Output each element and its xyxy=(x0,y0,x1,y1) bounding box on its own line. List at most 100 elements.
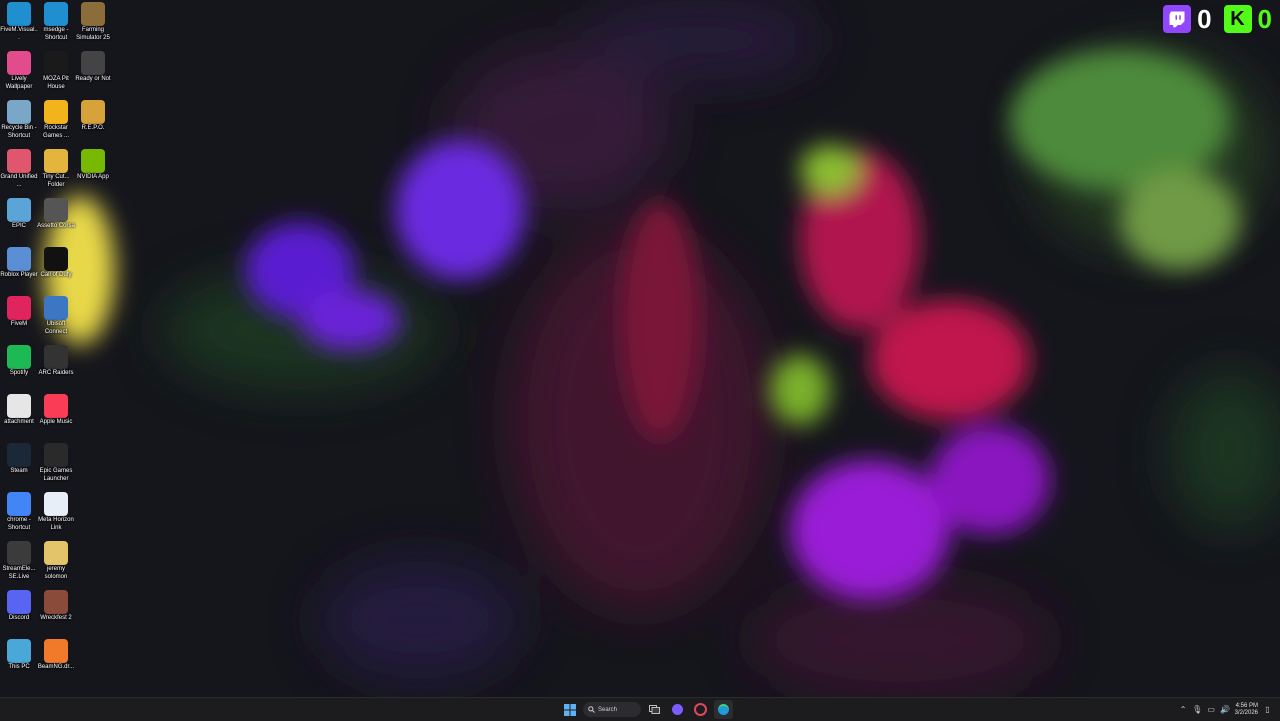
desktop-icon-label: Discord xyxy=(8,615,30,621)
edge-icon xyxy=(7,2,31,26)
start-button[interactable] xyxy=(560,700,579,719)
computer-icon xyxy=(7,639,31,663)
desktop-icon[interactable]: EPIC xyxy=(0,198,38,244)
desktop-icon[interactable]: Roblox Player xyxy=(0,247,38,293)
kick-viewer-counter: K 0 xyxy=(1223,3,1272,35)
desktop-icon-label: BeamNG.dr... xyxy=(37,664,75,670)
game-icon xyxy=(44,590,68,614)
desktop-icon-label: NVIDIA App xyxy=(77,174,109,180)
network-icon[interactable]: ▭ xyxy=(1207,705,1216,714)
desktop-icon[interactable]: FiveM xyxy=(0,296,38,342)
desktop: FiveM.Visual... msedge - Shortcut Farming … xyxy=(0,0,1280,697)
desktop-icon-label: FiveM.Visual... xyxy=(0,27,38,41)
desktop-icon-label: StreamEle... SE.Live xyxy=(2,566,36,580)
desktop-icon-label: Roblox Player xyxy=(0,272,38,278)
desktop-icon-label: This PC xyxy=(8,664,30,670)
desktop-icon[interactable]: ARC Raiders xyxy=(37,345,75,391)
desktop-icon[interactable]: Spotify xyxy=(0,345,38,391)
microphone-icon[interactable]: 🎙 xyxy=(1192,705,1202,714)
desktop-icon[interactable]: Assetto Corsa xyxy=(37,198,75,244)
desktop-icon[interactable]: Ubisoft Connect xyxy=(37,296,75,342)
desktop-icon-label: Lively Wallpaper xyxy=(5,76,33,90)
desktop-icon[interactable]: Steam xyxy=(0,443,38,489)
stream-viewer-overlay: 0 K 0 xyxy=(1155,0,1280,38)
kick-viewer-count: 0 xyxy=(1257,3,1272,34)
recycle-bin-icon xyxy=(7,100,31,124)
notification-icon[interactable]: ▯ xyxy=(1263,705,1272,714)
epic-icon xyxy=(44,443,68,467)
desktop-icon-label: Steam xyxy=(10,468,28,474)
desktop-icon-label: msedge - Shortcut xyxy=(43,27,69,41)
lively-icon xyxy=(7,51,31,75)
taskbar-app-2[interactable] xyxy=(691,700,710,719)
desktop-icon[interactable]: msedge - Shortcut xyxy=(37,2,75,48)
desktop-icon-label: Rockstar Games ... xyxy=(42,125,69,139)
taskbar-app-1[interactable] xyxy=(668,700,687,719)
desktop-icon-label: EPIC xyxy=(11,223,26,229)
nvidia-icon xyxy=(81,149,105,173)
task-view-button[interactable] xyxy=(645,700,664,719)
taskbar-search[interactable]: Search xyxy=(583,702,641,717)
desktop-icon-label: Ubisoft Connect xyxy=(44,321,68,335)
desktop-icon[interactable]: Rockstar Games ... xyxy=(37,100,75,146)
desktop-icon-label: Meta Horizon Link xyxy=(38,517,74,531)
fivem-icon xyxy=(7,296,31,320)
desktop-icon[interactable]: Tiny Cut... Folder xyxy=(37,149,75,195)
desktop-icon[interactable]: NVIDIA App xyxy=(74,149,112,195)
app-circle-icon xyxy=(672,704,683,715)
search-label: Search xyxy=(598,706,618,713)
folder-icon xyxy=(44,149,68,173)
taskbar-center: Search xyxy=(560,700,733,719)
desktop-icon[interactable]: Apple Music xyxy=(37,394,75,440)
desktop-icon[interactable]: This PC xyxy=(0,639,38,685)
beamng-icon xyxy=(44,639,68,663)
desktop-icon-label: Grand Unified ... xyxy=(0,174,38,188)
clock[interactable]: 4:56 PM 3/2/2026 xyxy=(1235,703,1258,717)
folder-icon xyxy=(44,541,68,565)
desktop-icon-label: attachment xyxy=(4,419,34,425)
roblox-icon xyxy=(7,247,31,271)
desktop-icon[interactable]: Discord xyxy=(0,590,38,636)
desktop-icon[interactable]: Meta Horizon Link xyxy=(37,492,75,538)
desktop-icon[interactable]: R.E.P.O. xyxy=(74,100,112,146)
desktop-icon-label: FiveM xyxy=(10,321,28,327)
taskbar: Search ⌃ 🎙 ▭ 🔊 4:56 PM 3/2/2026 ▯ xyxy=(0,697,1280,721)
desktop-icon[interactable]: FiveM.Visual... xyxy=(0,2,38,48)
desktop-icon[interactable]: attachment xyxy=(0,394,38,440)
volume-icon[interactable]: 🔊 xyxy=(1220,705,1230,714)
desktop-icon[interactable]: Grand Unified ... xyxy=(0,149,38,195)
desktop-icon[interactable]: Ready or Not xyxy=(74,51,112,97)
game-icon xyxy=(81,51,105,75)
taskbar-edge[interactable] xyxy=(714,700,733,719)
desktop-icon[interactable]: Call of Duty xyxy=(37,247,75,293)
desktop-icon[interactable]: Farming Simulator 25 xyxy=(74,2,112,48)
desktop-icon[interactable]: chrome - Shortcut xyxy=(0,492,38,538)
desktop-icon-label: Recycle Bin - Shortcut xyxy=(1,125,37,139)
desktop-icon-label: chrome - Shortcut xyxy=(7,517,31,531)
desktop-icon[interactable]: MOZA Pit House xyxy=(37,51,75,97)
chrome-icon xyxy=(7,492,31,516)
desktop-icon-label: Ready or Not xyxy=(75,76,111,82)
desktop-icon[interactable]: Epic Games Launcher xyxy=(37,443,75,489)
search-icon xyxy=(588,706,595,713)
app-icon xyxy=(7,198,31,222)
desktop-icon-label: MOZA Pit House xyxy=(43,76,69,90)
edge-icon xyxy=(44,2,68,26)
windows-icon xyxy=(563,703,576,716)
chevron-up-icon[interactable]: ⌃ xyxy=(1179,705,1188,714)
file-icon xyxy=(7,394,31,418)
desktop-icon[interactable]: jeremy solomon xyxy=(37,541,75,587)
desktop-icon[interactable]: Lively Wallpaper xyxy=(0,51,38,97)
system-tray: ⌃ 🎙 ▭ 🔊 4:56 PM 3/2/2026 ▯ xyxy=(1179,700,1272,719)
app-ring-icon xyxy=(694,703,707,716)
desktop-icon[interactable]: Wreckfest 2 xyxy=(37,590,75,636)
desktop-icon[interactable]: BeamNG.dr... xyxy=(37,639,75,685)
twitch-icon xyxy=(1163,5,1192,33)
desktop-icon[interactable]: StreamEle... SE.Live xyxy=(0,541,38,587)
clock-date: 3/2/2026 xyxy=(1234,709,1258,716)
streamelements-icon xyxy=(7,541,31,565)
desktop-icon[interactable]: Recycle Bin - Shortcut xyxy=(0,100,38,146)
ubisoft-icon xyxy=(44,296,68,320)
app-icon xyxy=(7,149,31,173)
desktop-icon-label: ARC Raiders xyxy=(38,370,74,376)
